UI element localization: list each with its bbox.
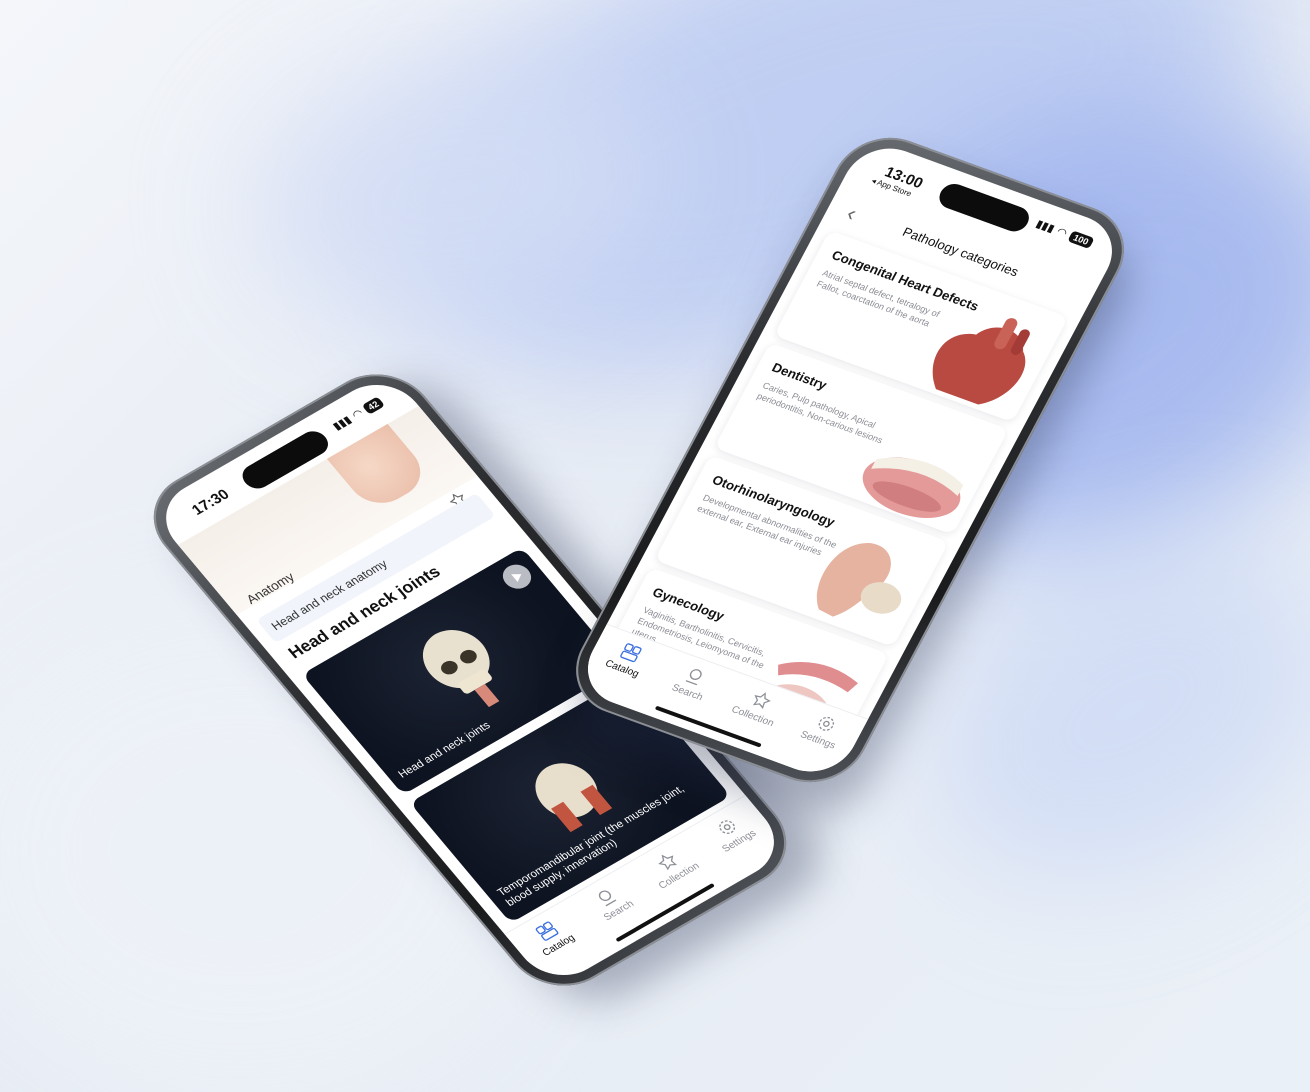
battery-level: 100: [1067, 229, 1095, 249]
signal-icon: ▮▮▮: [330, 414, 355, 433]
gear-icon: [818, 716, 835, 731]
wifi-icon: ◠: [349, 407, 367, 422]
search-icon: [685, 669, 702, 686]
catalog-icon: [619, 643, 642, 663]
status-icons: ▮▮▮ ◠ 42: [330, 395, 385, 433]
status-time: 17:30: [188, 486, 233, 519]
status-icons: ▮▮▮ ◠ 100: [1034, 217, 1095, 249]
play-icon[interactable]: [497, 560, 537, 594]
battery-level: 42: [361, 395, 385, 415]
wifi-icon: ◠: [1054, 225, 1070, 240]
star-icon: [752, 692, 771, 709]
signal-icon: ▮▮▮: [1033, 218, 1057, 236]
